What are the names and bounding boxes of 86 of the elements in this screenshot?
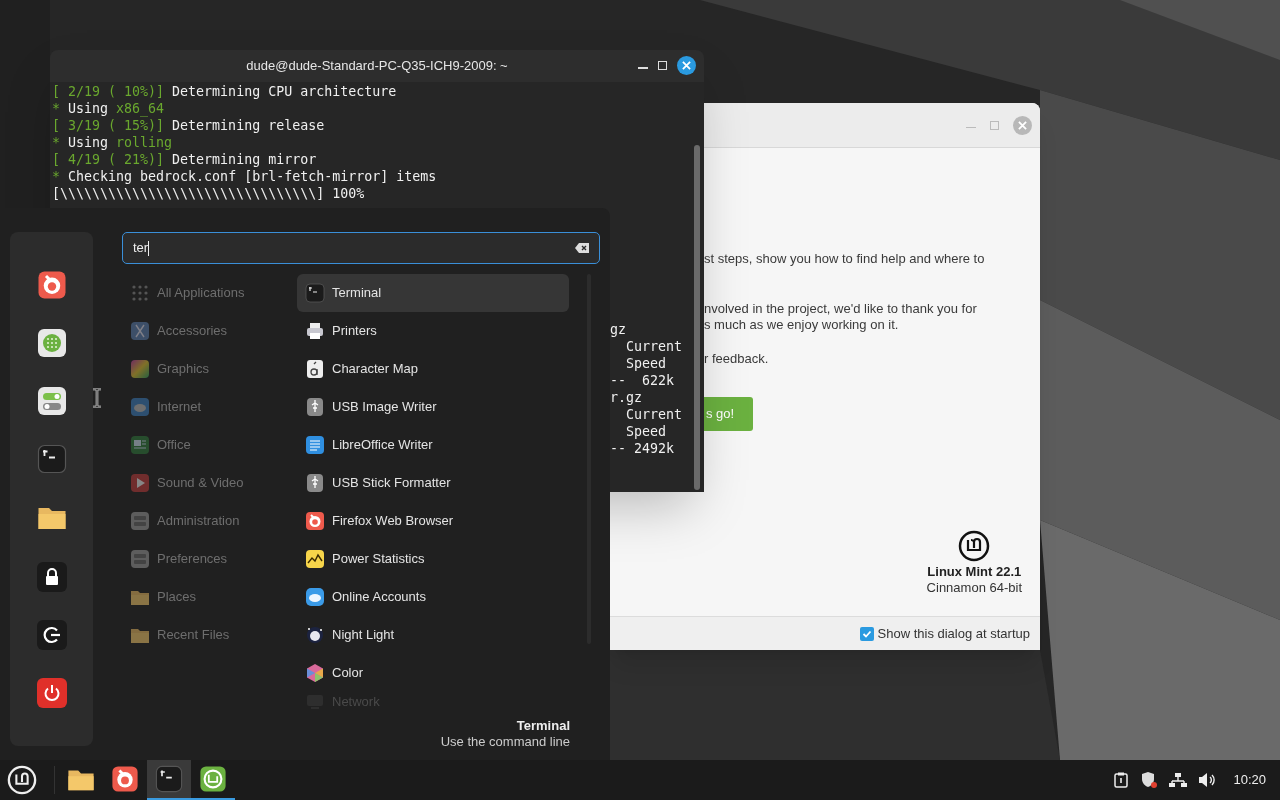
maximize-button[interactable] [658,61,667,70]
app-item[interactable]: Terminal [297,274,569,312]
intro-paragraph: nvolved in the project, we'd like to thank you for s much as we enjoy working on it. [704,301,977,333]
app-item[interactable]: Firefox Web Browser [297,502,569,540]
shield-icon[interactable] [1140,771,1159,789]
firefox-icon [305,511,325,531]
category-icon [130,359,150,379]
clear-icon[interactable] [575,243,589,253]
terminal-line: -- 2492k [610,440,675,457]
description-title: Terminal [516,718,570,734]
terminal-line: [\\\\\\\\\\\\\\\\\\\\\\\\\\\\\\\\] 100% [52,185,365,202]
clock[interactable]: 10:20 [1233,770,1266,790]
scrollbar[interactable] [694,145,700,490]
close-icon [682,61,691,70]
mint-logo-icon [958,530,991,562]
window-title: dude@dude-Standard-PC-Q35-ICH9-2009: ~ [246,57,508,76]
software-icon[interactable] [36,328,67,358]
mint-logo-icon [7,765,37,795]
app-item[interactable]: Online Accounts [297,578,569,616]
terminal-line: Speed [625,355,667,372]
usb-icon [305,397,325,417]
description-text: Use the command line [440,734,570,750]
terminal-line: Current [625,338,683,355]
app-item[interactable]: LibreOffice Writer [297,426,569,464]
category-icon [130,473,150,493]
startup-checkbox[interactable] [859,626,874,641]
lock-button[interactable] [36,562,67,592]
night-icon [305,625,325,645]
firefox-icon [36,270,67,300]
edition-label: Cinnamon 64-bit [926,580,1022,596]
clipboard-icon[interactable] [1113,772,1130,788]
terminal-line: Current [625,406,683,423]
lock-icon [43,568,60,586]
terminal-line: * Using rolling [52,134,173,151]
terminal-icon [36,444,67,474]
intro-paragraph: r feedback. [704,351,769,367]
app-item[interactable]: USB Image Writer [297,388,569,426]
close-icon [1018,120,1027,130]
logout-icon [42,626,61,644]
app-item[interactable]: Printers [297,312,569,350]
app-item[interactable]: Power Statistics [297,540,569,578]
terminal-line: [ 4/19 ( 21%)] Determining mirror [52,151,317,168]
usb-icon [305,473,325,493]
printer-icon [305,321,325,341]
logout-button[interactable] [36,620,67,650]
terminal-icon [155,765,183,793]
search-field[interactable]: ter [122,232,600,264]
category-icon [130,397,150,417]
terminal-line: Speed [625,423,667,440]
taskbar-app[interactable] [147,760,191,800]
text-cursor-icon [91,388,103,408]
settings-icon[interactable] [36,386,67,416]
firefox-icon [111,765,139,793]
category-icon [130,435,150,455]
charmap-icon [305,359,325,379]
checkbox-label: Show this dialog at startup [877,624,1030,643]
app-item[interactable]: USB Stick Formatter [297,464,569,502]
intro-paragraph: st steps, show you how to find help and where to [704,251,985,267]
category-icon [130,321,150,341]
terminal-line: * Using x86_64 [52,100,165,117]
app-item[interactable]: Night Light [297,616,569,654]
shutdown-button[interactable] [36,678,67,708]
app-item[interactable]: Color [297,654,569,692]
close-button[interactable] [677,56,696,75]
cloud-icon [305,587,325,607]
check-icon [861,628,872,639]
category-icon [130,511,150,531]
app-item[interactable]: Character Map [297,350,569,388]
writer-icon [305,435,325,455]
welcome-icon [199,765,227,793]
power-icon [305,549,325,569]
terminal-line: * Checking bedrock.conf [brl-fetch-mirror] items [52,168,437,185]
terminal-icon [305,283,325,303]
power-icon [42,684,61,702]
category-icon [130,549,150,569]
terminal-line: -- 622k [610,372,675,389]
grid-icon [130,283,150,303]
color-icon [305,663,325,683]
terminal-line: [ 2/19 ( 10%)] Determining CPU architecture [52,83,397,100]
terminal-line: [ 3/19 ( 15%)] Determining release [52,117,325,134]
product-name: Linux Mint 22.1 [927,564,1022,580]
terminal-line: gz [610,321,626,338]
minimize-button[interactable] [638,66,648,69]
volume-icon[interactable] [1198,772,1217,788]
terminal-line: r.gz [610,389,643,406]
network-icon[interactable] [1169,772,1188,788]
